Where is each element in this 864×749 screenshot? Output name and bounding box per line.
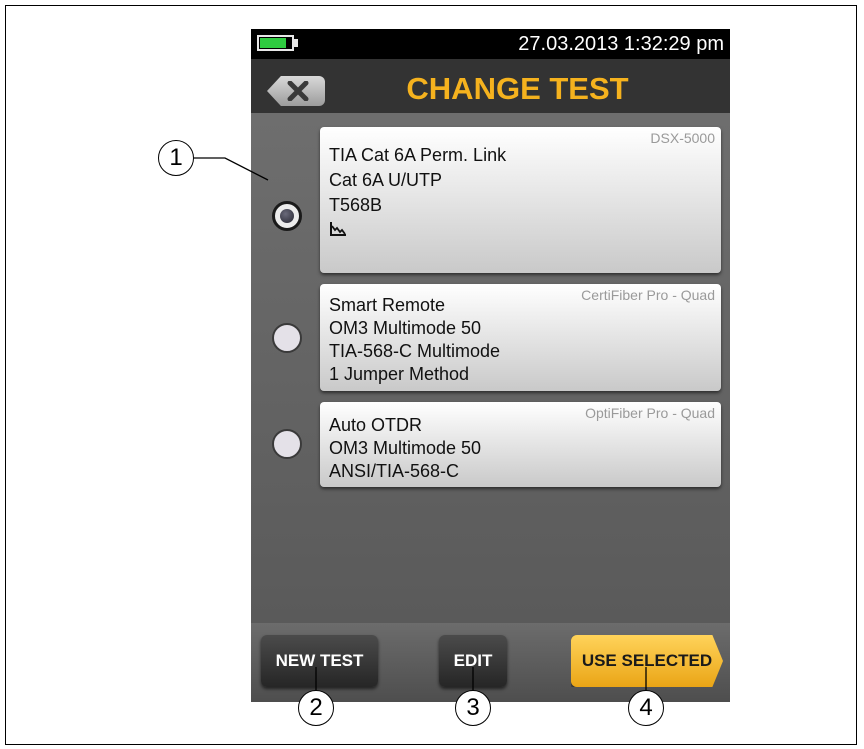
callout-leaders xyxy=(194,157,647,690)
callout-1: 1 xyxy=(158,140,194,176)
callout-3: 3 xyxy=(455,690,491,726)
callout-4: 4 xyxy=(628,690,664,726)
callout-2: 2 xyxy=(298,690,334,726)
